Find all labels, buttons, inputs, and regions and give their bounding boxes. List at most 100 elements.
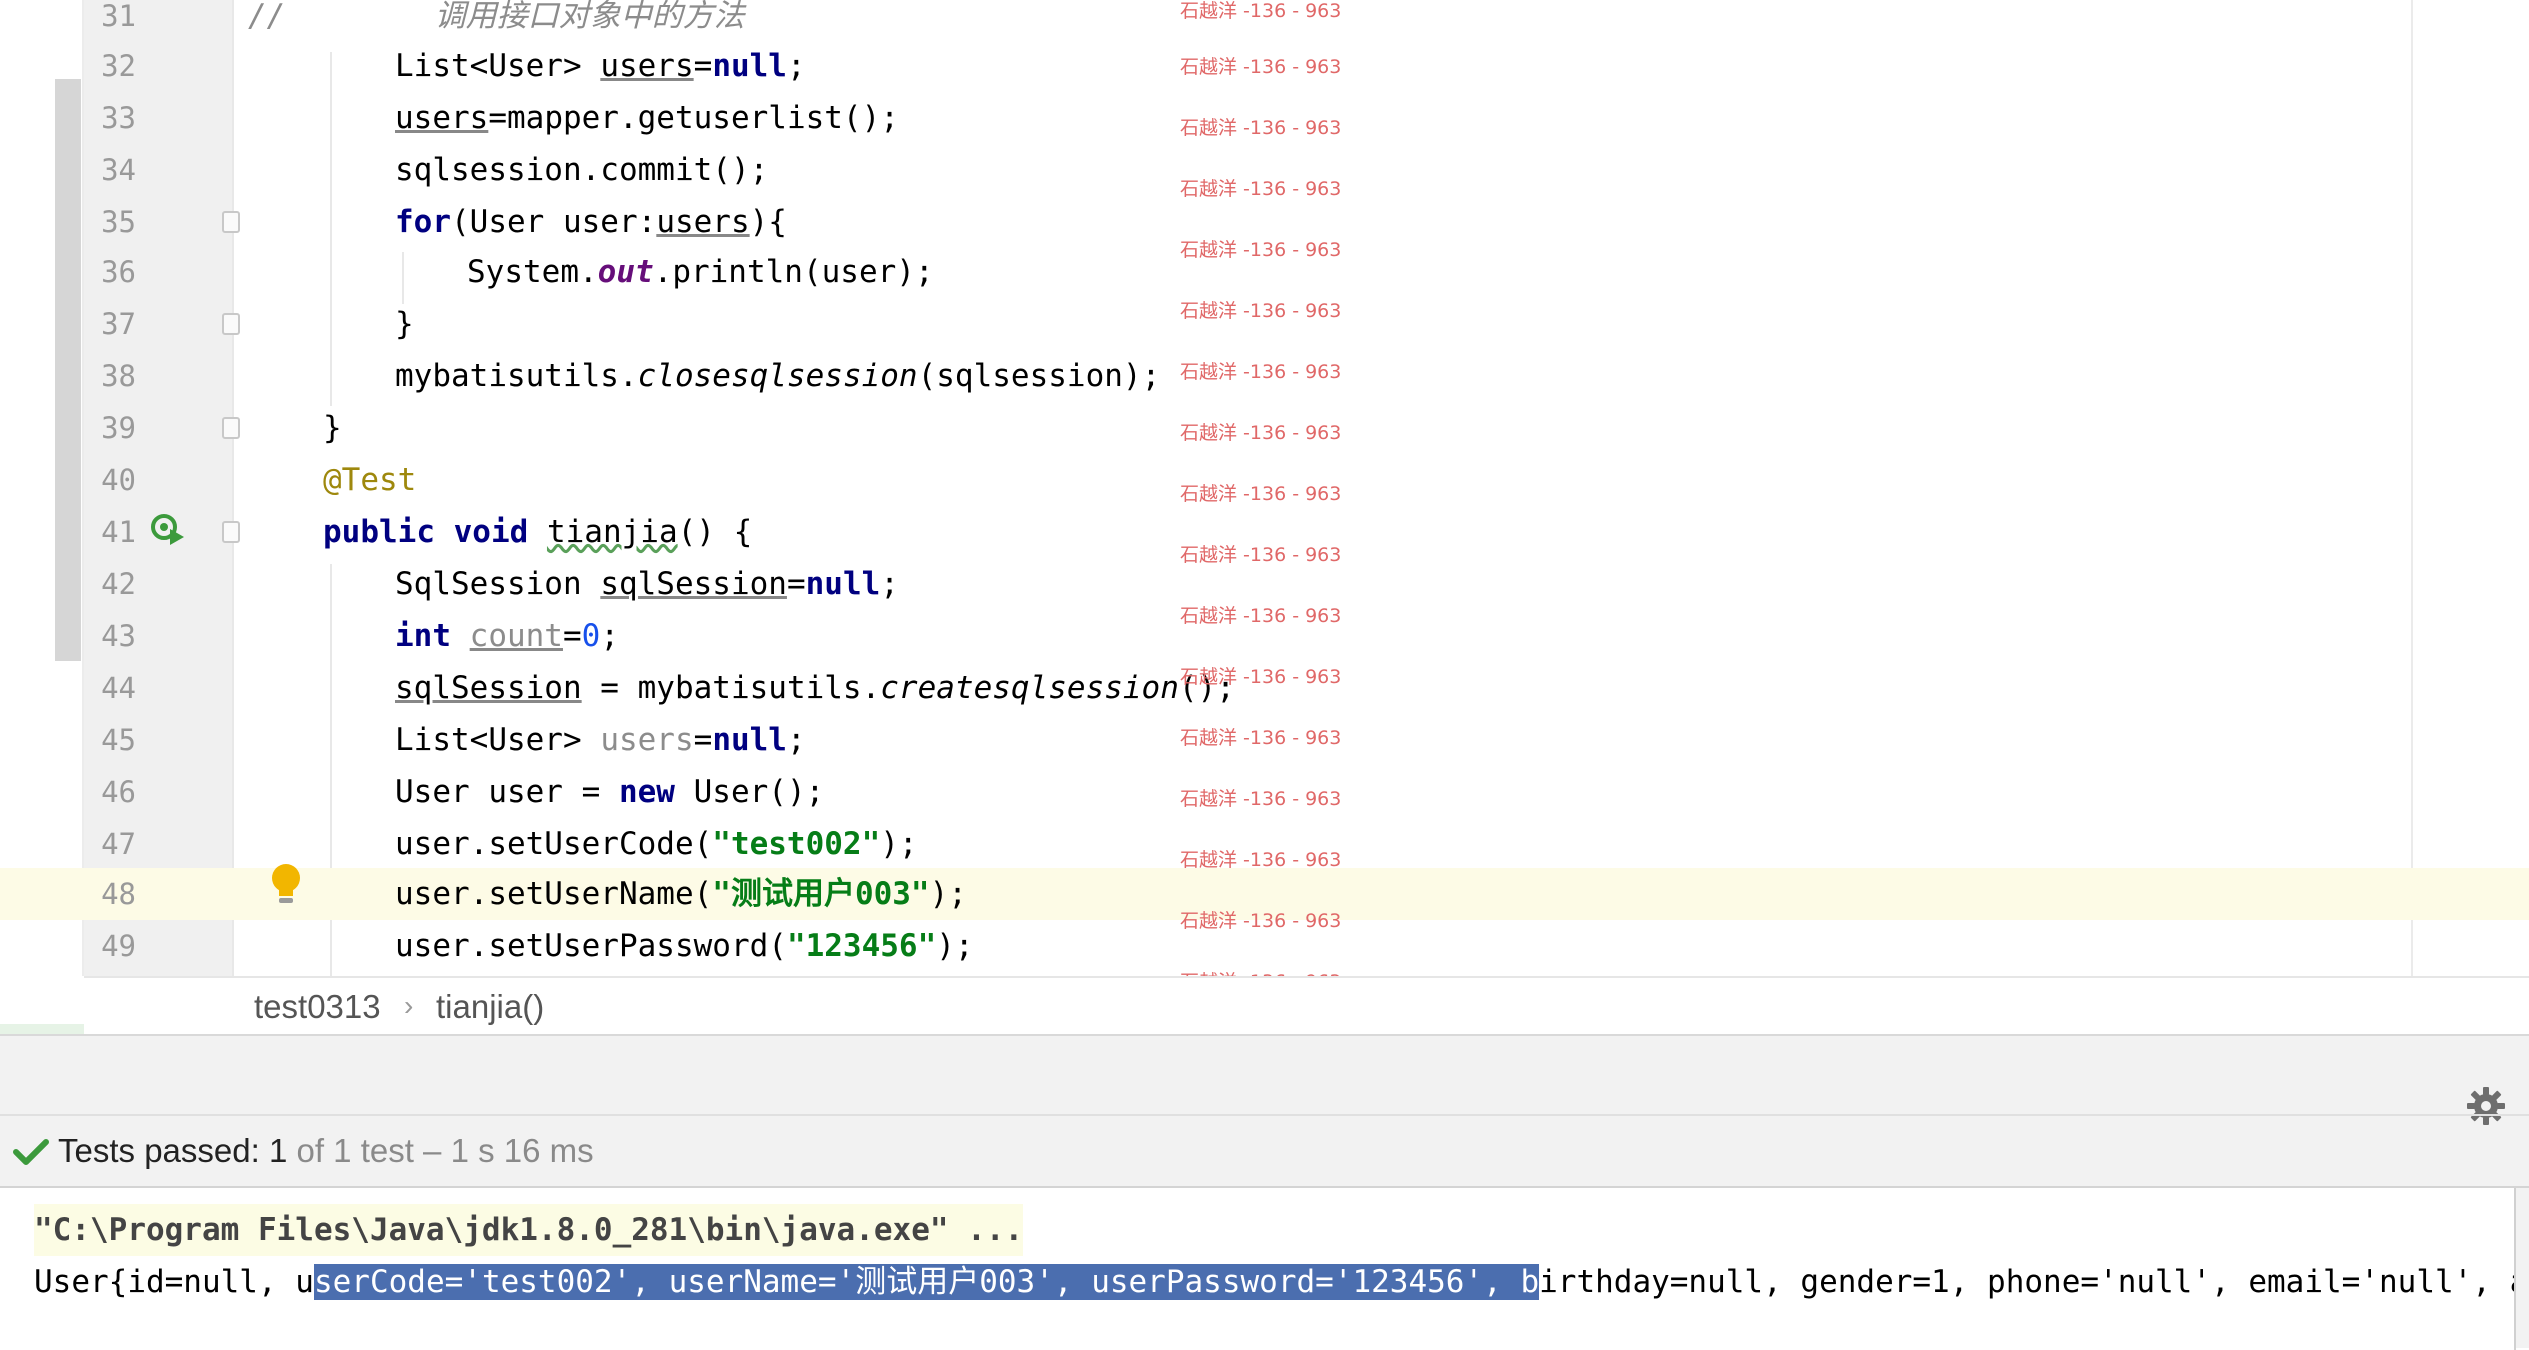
watermark: 石越洋 -136 - 963 bbox=[1180, 605, 1342, 627]
line-number: 49 bbox=[101, 929, 136, 963]
code-token: sqlSession bbox=[395, 670, 582, 706]
run-test-icon[interactable] bbox=[150, 511, 190, 552]
code-token: (sqlsession); bbox=[917, 358, 1161, 394]
code-token: sqlsession.commit(); bbox=[395, 152, 769, 188]
breadcrumb: test0313 › tianjia() bbox=[84, 976, 2529, 1034]
code-text: } bbox=[323, 402, 342, 454]
run-tool-window: Tests passed: 1 of 1 test – 1 s 16 ms "C… bbox=[0, 1034, 2529, 1350]
code-token: public void bbox=[323, 514, 547, 550]
code-token: ); bbox=[929, 876, 967, 912]
code-text: List<User> users=null; bbox=[395, 40, 806, 92]
code-token: ); bbox=[880, 826, 918, 862]
code-token: user.setUserName( bbox=[395, 876, 713, 912]
watermark: 石越洋 -136 - 963 bbox=[1180, 849, 1342, 871]
code-token: mybatisutils. bbox=[395, 358, 638, 394]
code-token: ; bbox=[880, 566, 899, 602]
watermark: 石越洋 -136 - 963 bbox=[1180, 727, 1342, 749]
code-token: ; bbox=[786, 48, 806, 84]
line-number: 42 bbox=[101, 567, 136, 601]
code-token: users bbox=[600, 48, 694, 84]
code-text: mybatisutils.closesqlsession(sqlsession)… bbox=[395, 350, 1160, 402]
breadcrumb-method[interactable]: tianjia() bbox=[436, 988, 544, 1026]
watermark: 石越洋 -136 - 963 bbox=[1180, 56, 1342, 78]
watermark: 石越洋 -136 - 963 bbox=[1180, 117, 1342, 139]
code-token: int bbox=[395, 618, 470, 654]
code-token: null bbox=[712, 722, 787, 758]
code-text: users=mapper.getuserlist(); bbox=[395, 92, 899, 144]
code-token: .println(user); bbox=[653, 254, 934, 290]
code-token: users bbox=[600, 722, 694, 758]
watermark: 石越洋 -136 - 963 bbox=[1180, 483, 1342, 505]
fold-marker-icon[interactable] bbox=[222, 313, 240, 335]
line-number: 39 bbox=[101, 411, 136, 445]
status-detail: of 1 test – 1 s 16 ms bbox=[287, 1132, 594, 1169]
code-token: List<User> bbox=[395, 48, 601, 84]
line-number: 34 bbox=[101, 153, 136, 187]
test-status-bar: Tests passed: 1 of 1 test – 1 s 16 ms bbox=[0, 1114, 2529, 1188]
code-token: = mybatisutils. bbox=[581, 670, 881, 706]
watermark: 石越洋 -136 - 963 bbox=[1180, 239, 1342, 261]
code-text: System.out.println(user); bbox=[467, 246, 934, 298]
code-text: user.setUserCode("test002"); bbox=[395, 818, 918, 870]
code-token: = bbox=[786, 566, 806, 602]
method-name: tianjia bbox=[546, 514, 678, 550]
output-selection: serCode='test002', userName='测试用户003', u… bbox=[313, 1264, 1540, 1300]
code-token: count bbox=[469, 618, 563, 654]
code-text: SqlSession sqlSession=null; bbox=[395, 558, 899, 610]
console-output[interactable]: "C:\Program Files\Java\jdk1.8.0_281\bin\… bbox=[0, 1188, 2516, 1350]
line-number: 43 bbox=[101, 619, 136, 653]
fold-marker-icon[interactable] bbox=[222, 211, 240, 233]
console-command-line[interactable]: "C:\Program Files\Java\jdk1.8.0_281\bin\… bbox=[34, 1204, 1024, 1256]
code-token: ; bbox=[600, 618, 619, 654]
code-token: } bbox=[323, 410, 342, 446]
comment: // 调用接口对象中的方法 bbox=[248, 0, 745, 34]
breadcrumb-class[interactable]: test0313 bbox=[254, 988, 381, 1026]
line-number: 38 bbox=[101, 359, 136, 393]
watermark: 石越洋 -136 - 963 bbox=[1180, 788, 1342, 810]
watermark: 石越洋 -136 - 963 bbox=[1180, 544, 1342, 566]
fold-marker-icon[interactable] bbox=[222, 417, 240, 439]
output-text: User{id=null, u bbox=[34, 1264, 314, 1300]
code-token: = bbox=[562, 618, 582, 654]
lightbulb-icon[interactable] bbox=[268, 862, 304, 911]
string-literal: "123456" bbox=[786, 928, 937, 964]
code-text: int count=0; bbox=[395, 610, 619, 662]
code-text: @Test bbox=[323, 454, 416, 506]
console-output-line[interactable]: User{id=null, userCode='test002', userNa… bbox=[34, 1256, 2514, 1308]
line-number: 41 bbox=[101, 515, 136, 549]
line-number: 48 bbox=[101, 877, 136, 911]
code-token: null bbox=[805, 566, 881, 602]
line-number: 45 bbox=[101, 723, 136, 757]
string-literal: "测试用户003" bbox=[712, 876, 930, 912]
code-text: sqlSession = mybatisutils.createsqlsessi… bbox=[395, 662, 1235, 714]
line-number: 31 bbox=[101, 0, 136, 33]
code-token: null bbox=[712, 48, 787, 84]
strip-accent bbox=[0, 1024, 84, 1034]
watermark: 石越洋 -136 - 963 bbox=[1180, 666, 1342, 688]
code-token: new bbox=[618, 774, 694, 810]
code-token: User(); bbox=[693, 774, 825, 810]
code-token: User user = bbox=[395, 774, 619, 810]
test-status-text: Tests passed: 1 of 1 test – 1 s 16 ms bbox=[58, 1132, 594, 1170]
line-number: 47 bbox=[101, 827, 136, 861]
code-token: SqlSession bbox=[395, 566, 601, 602]
code-token: createsqlsession bbox=[880, 670, 1179, 706]
code-token: ){ bbox=[749, 204, 787, 240]
code-token: for bbox=[395, 204, 451, 240]
line-number: 32 bbox=[101, 49, 136, 83]
code-text: // 调用接口对象中的方法 bbox=[248, 0, 745, 42]
watermark: 石越洋 -136 - 963 bbox=[1180, 361, 1342, 383]
watermark: 石越洋 -136 - 963 bbox=[1180, 300, 1342, 322]
code-token: = bbox=[693, 48, 713, 84]
annotation: @Test bbox=[323, 462, 417, 498]
code-token: out bbox=[597, 254, 654, 290]
fold-marker-icon[interactable] bbox=[222, 521, 240, 543]
code-token: (User user: bbox=[451, 204, 657, 240]
breadcrumb-chevron-icon: › bbox=[404, 990, 414, 1021]
code-token: sqlSession bbox=[600, 566, 787, 602]
code-token: closesqlsession bbox=[637, 358, 918, 394]
code-token: () { bbox=[677, 514, 753, 550]
line-number: 35 bbox=[101, 205, 136, 239]
code-token: user.setUserCode( bbox=[395, 826, 713, 862]
code-token: 0 bbox=[581, 618, 601, 654]
